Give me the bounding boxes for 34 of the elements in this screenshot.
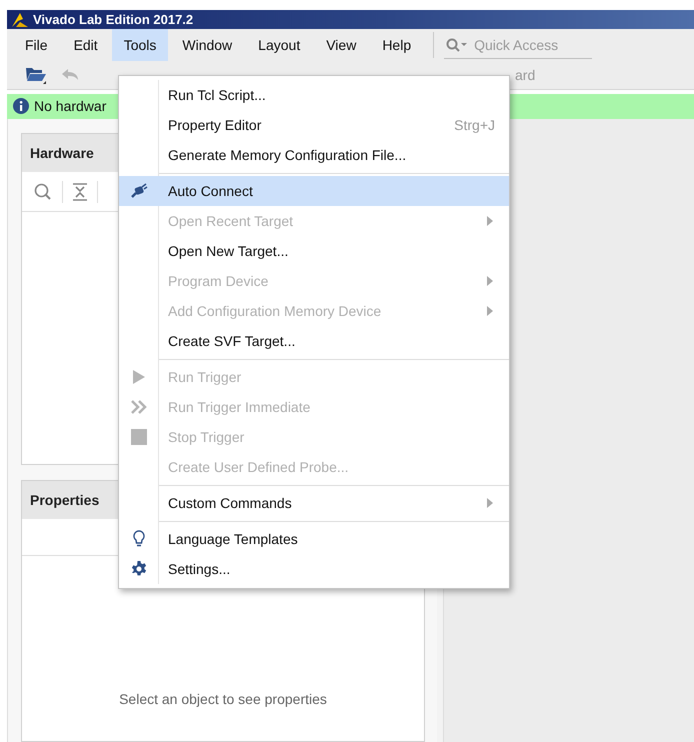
window-title: Vivado Lab Edition 2017.2 (33, 12, 194, 28)
menu-item[interactable]: Auto Connect (119, 176, 509, 206)
menu-item[interactable]: Generate Memory Configuration File... (119, 140, 509, 170)
menu-item[interactable]: View (314, 29, 368, 61)
search-icon[interactable] (34, 182, 52, 200)
menu-item[interactable]: Layout (246, 29, 312, 61)
settings-icon (130, 561, 146, 577)
stop-icon (130, 429, 146, 445)
menu-item[interactable]: Settings... (119, 554, 509, 584)
menu-item[interactable]: Tools (112, 29, 168, 61)
collapse-icon[interactable] (73, 182, 87, 200)
shortcut-label: Strg+J (454, 117, 495, 133)
empty-message: Select an object to see properties (119, 691, 327, 707)
panel-title: Hardware (30, 145, 94, 161)
menu-item[interactable]: Help (370, 29, 424, 61)
menu-item[interactable]: Open New Target... (119, 236, 509, 266)
menu-item[interactable]: Create SVF Target... (119, 326, 509, 356)
menu-item[interactable]: Window (170, 29, 244, 61)
menu-item[interactable]: Custom Commands (119, 488, 509, 518)
menu-item[interactable]: Property Editor Strg+J (119, 110, 509, 140)
panel-title: Properties (30, 492, 100, 508)
info-message: No hardwar (34, 98, 106, 114)
quick-access-field[interactable]: Quick Access (472, 36, 586, 54)
play-icon (132, 369, 146, 385)
logo-icon (11, 12, 29, 28)
menu-item[interactable]: Language Templates (119, 524, 509, 554)
menu-item[interactable]: Edit (62, 29, 110, 61)
info-icon (13, 98, 29, 114)
menu-item[interactable]: Run Tcl Script... (119, 80, 509, 110)
menu-item[interactable]: File (13, 29, 60, 61)
search-icon (446, 38, 468, 52)
plug-icon (130, 183, 148, 199)
lightbulb-icon (132, 530, 144, 548)
double-chevron-icon (130, 400, 148, 414)
